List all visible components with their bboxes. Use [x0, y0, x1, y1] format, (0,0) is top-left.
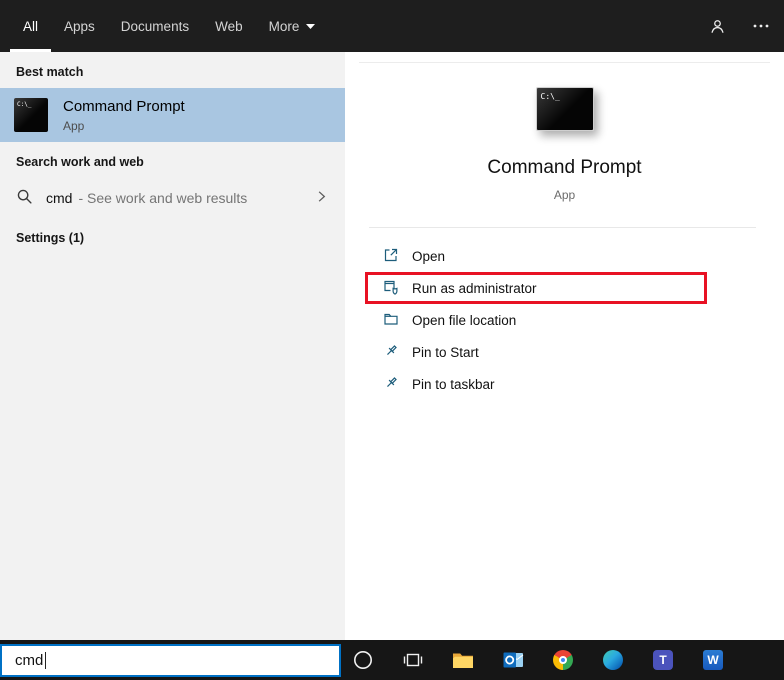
tab-more[interactable]: More [256, 0, 328, 52]
web-search-suggestion[interactable]: cmd - See work and web results [0, 178, 345, 218]
search-icon [16, 188, 33, 208]
action-pin-to-start-label: Pin to Start [412, 345, 479, 360]
cortana-icon[interactable] [352, 649, 374, 671]
chevron-right-icon[interactable] [314, 189, 329, 207]
tab-all[interactable]: All [10, 0, 51, 52]
pin-icon [383, 343, 399, 362]
tab-apps-label: Apps [51, 0, 108, 52]
chrome-logo-core [559, 656, 567, 664]
action-pin-to-taskbar-label: Pin to taskbar [412, 377, 495, 392]
command-prompt-icon-glyph: C:\_ [17, 101, 31, 108]
web-search-query: cmd [46, 190, 72, 206]
chevron-down-icon [306, 0, 327, 52]
tab-more-label: More [256, 0, 313, 52]
action-pin-to-start[interactable]: Pin to Start [365, 336, 707, 368]
panel-divider [359, 62, 770, 63]
taskbar: cmd T W [0, 640, 784, 680]
tab-apps[interactable]: Apps [51, 0, 108, 52]
user-account-icon[interactable] [709, 18, 726, 35]
search-input-value: cmd [15, 652, 43, 669]
chrome-icon[interactable] [552, 649, 574, 671]
action-open-label: Open [412, 249, 445, 264]
actions-divider [369, 227, 756, 228]
chrome-logo [553, 650, 573, 670]
tab-documents-label: Documents [108, 0, 202, 52]
actions-list: Open Run as administrator Open file loca… [345, 240, 784, 400]
edge-logo [603, 650, 623, 670]
word-icon[interactable]: W [702, 649, 724, 671]
best-match-header: Best match [0, 52, 345, 88]
action-pin-to-taskbar[interactable]: Pin to taskbar [365, 368, 707, 400]
best-match-text: Command Prompt App [63, 98, 185, 133]
open-icon [383, 247, 399, 266]
tab-web-label: Web [202, 0, 256, 52]
pin-icon [383, 375, 399, 394]
tab-web[interactable]: Web [202, 0, 256, 52]
result-detail-panel: C:\_ Command Prompt App Open Run as admi… [345, 52, 784, 640]
tab-documents[interactable]: Documents [108, 0, 202, 52]
app-icon-wrap: C:\_ [345, 87, 784, 131]
outlook-icon[interactable] [502, 649, 524, 671]
action-open-file-location-label: Open file location [412, 313, 516, 328]
action-run-as-administrator-label: Run as administrator [412, 281, 537, 296]
topbar-right-icons [709, 0, 770, 52]
command-prompt-icon-glyph: C:\_ [541, 92, 560, 101]
search-results-panel: Best match C:\_ Command Prompt App Searc… [0, 52, 345, 640]
action-open-file-location[interactable]: Open file location [365, 304, 707, 336]
best-match-subtitle: App [63, 119, 185, 133]
taskbar-search-input[interactable]: cmd [0, 644, 341, 677]
teams-icon[interactable]: T [652, 649, 674, 671]
settings-header: Settings (1) [0, 218, 345, 254]
teams-logo: T [653, 650, 673, 670]
action-open[interactable]: Open [365, 240, 707, 272]
search-filter-bar: All Apps Documents Web More [0, 0, 784, 52]
command-prompt-icon-large: C:\_ [536, 87, 594, 131]
tab-all-label: All [10, 0, 51, 52]
taskbar-icons: T W [352, 640, 724, 680]
task-view-icon[interactable] [402, 649, 424, 671]
folder-icon [383, 311, 399, 330]
search-work-web-header: Search work and web [0, 142, 345, 178]
app-title: Command Prompt [345, 157, 784, 179]
app-subtitle: App [345, 188, 784, 202]
action-run-as-administrator[interactable]: Run as administrator [365, 272, 707, 304]
text-caret [45, 652, 46, 669]
word-logo: W [703, 650, 723, 670]
ellipsis-menu-icon[interactable] [752, 18, 770, 34]
file-explorer-icon[interactable] [452, 649, 474, 671]
best-match-result-command-prompt[interactable]: C:\_ Command Prompt App [0, 88, 345, 142]
run-as-admin-shield-icon [383, 279, 399, 298]
web-search-hint: - See work and web results [78, 190, 247, 206]
command-prompt-icon: C:\_ [14, 98, 48, 132]
best-match-title: Command Prompt [63, 98, 185, 115]
edge-icon[interactable] [602, 649, 624, 671]
